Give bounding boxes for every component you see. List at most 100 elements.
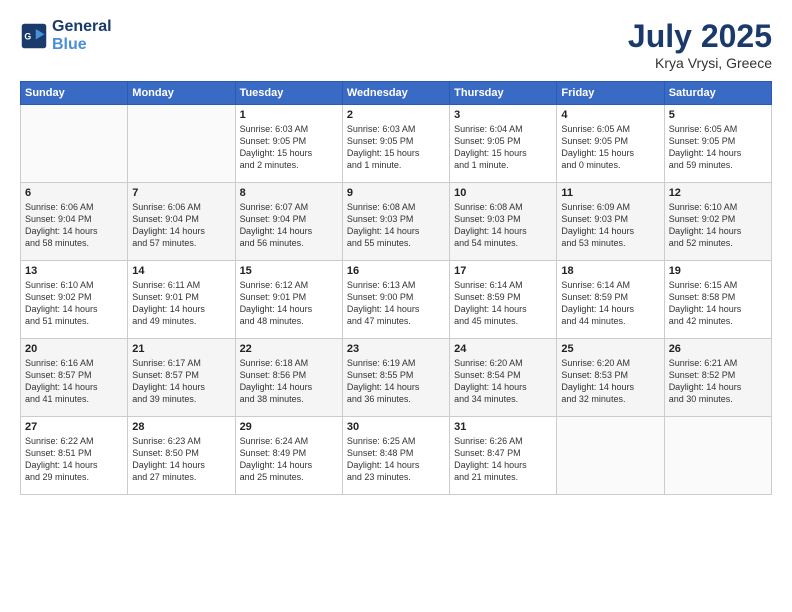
- day-number: 27: [25, 421, 123, 433]
- day-cell: 5 Sunrise: 6:05 AMSunset: 9:05 PMDaylight…: [664, 105, 771, 183]
- day-number: 10: [454, 187, 552, 199]
- day-number: 7: [132, 187, 230, 199]
- day-number: 8: [240, 187, 338, 199]
- day-number: 24: [454, 343, 552, 355]
- day-number: 19: [669, 265, 767, 277]
- day-info: Sunrise: 6:20 AMSunset: 8:53 PMDaylight:…: [561, 357, 659, 406]
- day-cell: 31 Sunrise: 6:26 AMSunset: 8:47 PMDayligh…: [450, 417, 557, 495]
- day-number: 6: [25, 187, 123, 199]
- day-number: 15: [240, 265, 338, 277]
- day-number: 2: [347, 109, 445, 121]
- day-number: 18: [561, 265, 659, 277]
- day-cell: 27 Sunrise: 6:22 AMSunset: 8:51 PMDayligh…: [21, 417, 128, 495]
- day-info: Sunrise: 6:15 AMSunset: 8:58 PMDaylight:…: [669, 279, 767, 328]
- col-header-tuesday: Tuesday: [235, 82, 342, 105]
- day-info: Sunrise: 6:04 AMSunset: 9:05 PMDaylight:…: [454, 123, 552, 172]
- col-header-friday: Friday: [557, 82, 664, 105]
- day-number: 23: [347, 343, 445, 355]
- day-number: 26: [669, 343, 767, 355]
- day-cell: 1 Sunrise: 6:03 AMSunset: 9:05 PMDaylight…: [235, 105, 342, 183]
- day-cell: 17Sunrise: 6:14 AMSunset: 8:59 PMDayligh…: [450, 261, 557, 339]
- day-cell: 21 Sunrise: 6:17 AMSunset: 8:57 PMDayligh…: [128, 339, 235, 417]
- day-number: 25: [561, 343, 659, 355]
- day-number: 22: [240, 343, 338, 355]
- calendar-header: SundayMondayTuesdayWednesdayThursdayFrid…: [21, 82, 772, 105]
- day-number: 12: [669, 187, 767, 199]
- logo-line2: Blue: [52, 36, 87, 53]
- week-row-1: 1 Sunrise: 6:03 AMSunset: 9:05 PMDaylight…: [21, 105, 772, 183]
- day-info: Sunrise: 6:24 AMSunset: 8:49 PMDaylight:…: [240, 435, 338, 484]
- day-cell: [664, 417, 771, 495]
- day-number: 16: [347, 265, 445, 277]
- day-cell: 3Sunrise: 6:04 AMSunset: 9:05 PMDaylight…: [450, 105, 557, 183]
- day-cell: 26 Sunrise: 6:21 AMSunset: 8:52 PMDayligh…: [664, 339, 771, 417]
- day-number: 21: [132, 343, 230, 355]
- day-info: Sunrise: 6:25 AMSunset: 8:48 PMDaylight:…: [347, 435, 445, 484]
- day-cell: 18 Sunrise: 6:14 AMSunset: 8:59 PMDayligh…: [557, 261, 664, 339]
- day-number: 31: [454, 421, 552, 433]
- day-cell: 24 Sunrise: 6:20 AMSunset: 8:54 PMDayligh…: [450, 339, 557, 417]
- header-row: SundayMondayTuesdayWednesdayThursdayFrid…: [21, 82, 772, 105]
- svg-text:G: G: [24, 31, 31, 41]
- day-number: 9: [347, 187, 445, 199]
- day-cell: 28 Sunrise: 6:23 AMSunset: 8:50 PMDayligh…: [128, 417, 235, 495]
- header: G General Blue July 2025 Krya Vrysi, Gre…: [20, 18, 772, 71]
- day-cell: 22Sunrise: 6:18 AMSunset: 8:56 PMDayligh…: [235, 339, 342, 417]
- day-cell: [21, 105, 128, 183]
- day-info: Sunrise: 6:06 AMSunset: 9:04 PMDaylight:…: [132, 201, 230, 250]
- day-info: Sunrise: 6:22 AMSunset: 8:51 PMDaylight:…: [25, 435, 123, 484]
- day-info: Sunrise: 6:10 AMSunset: 9:02 PMDaylight:…: [669, 201, 767, 250]
- month-title: July 2025: [628, 18, 772, 55]
- day-cell: 11Sunrise: 6:09 AMSunset: 9:03 PMDayligh…: [557, 183, 664, 261]
- day-cell: 15 Sunrise: 6:12 AMSunset: 9:01 PMDayligh…: [235, 261, 342, 339]
- day-number: 28: [132, 421, 230, 433]
- calendar-body: 1 Sunrise: 6:03 AMSunset: 9:05 PMDaylight…: [21, 105, 772, 495]
- day-info: Sunrise: 6:26 AMSunset: 8:47 PMDaylight:…: [454, 435, 552, 484]
- day-info: Sunrise: 6:14 AMSunset: 8:59 PMDaylight:…: [454, 279, 552, 328]
- day-info: Sunrise: 6:17 AMSunset: 8:57 PMDaylight:…: [132, 357, 230, 406]
- day-info: Sunrise: 6:05 AMSunset: 9:05 PMDaylight:…: [669, 123, 767, 172]
- day-info: Sunrise: 6:12 AMSunset: 9:01 PMDaylight:…: [240, 279, 338, 328]
- logo: G General Blue: [20, 18, 112, 53]
- day-cell: 2 Sunrise: 6:03 AMSunset: 9:05 PMDaylight…: [342, 105, 449, 183]
- location: Krya Vrysi, Greece: [628, 55, 772, 71]
- day-info: Sunrise: 6:13 AMSunset: 9:00 PMDaylight:…: [347, 279, 445, 328]
- day-info: Sunrise: 6:06 AMSunset: 9:04 PMDaylight:…: [25, 201, 123, 250]
- day-number: 5: [669, 109, 767, 121]
- day-number: 13: [25, 265, 123, 277]
- day-number: 30: [347, 421, 445, 433]
- col-header-saturday: Saturday: [664, 82, 771, 105]
- week-row-2: 6 Sunrise: 6:06 AMSunset: 9:04 PMDaylight…: [21, 183, 772, 261]
- day-cell: 19 Sunrise: 6:15 AMSunset: 8:58 PMDayligh…: [664, 261, 771, 339]
- week-row-5: 27 Sunrise: 6:22 AMSunset: 8:51 PMDayligh…: [21, 417, 772, 495]
- day-cell: 12 Sunrise: 6:10 AMSunset: 9:02 PMDayligh…: [664, 183, 771, 261]
- day-number: 1: [240, 109, 338, 121]
- day-cell: 23Sunrise: 6:19 AMSunset: 8:55 PMDayligh…: [342, 339, 449, 417]
- page: G General Blue July 2025 Krya Vrysi, Gre…: [0, 0, 792, 612]
- day-info: Sunrise: 6:03 AMSunset: 9:05 PMDaylight:…: [347, 123, 445, 172]
- day-info: Sunrise: 6:08 AMSunset: 9:03 PMDaylight:…: [347, 201, 445, 250]
- day-cell: [128, 105, 235, 183]
- day-info: Sunrise: 6:14 AMSunset: 8:59 PMDaylight:…: [561, 279, 659, 328]
- day-number: 4: [561, 109, 659, 121]
- day-info: Sunrise: 6:20 AMSunset: 8:54 PMDaylight:…: [454, 357, 552, 406]
- day-info: Sunrise: 6:09 AMSunset: 9:03 PMDaylight:…: [561, 201, 659, 250]
- day-number: 20: [25, 343, 123, 355]
- day-info: Sunrise: 6:21 AMSunset: 8:52 PMDaylight:…: [669, 357, 767, 406]
- logo-text: General Blue: [52, 18, 112, 53]
- day-cell: 30 Sunrise: 6:25 AMSunset: 8:48 PMDayligh…: [342, 417, 449, 495]
- day-number: 29: [240, 421, 338, 433]
- day-cell: 20 Sunrise: 6:16 AMSunset: 8:57 PMDayligh…: [21, 339, 128, 417]
- day-info: Sunrise: 6:23 AMSunset: 8:50 PMDaylight:…: [132, 435, 230, 484]
- day-cell: 7 Sunrise: 6:06 AMSunset: 9:04 PMDaylight…: [128, 183, 235, 261]
- day-cell: [557, 417, 664, 495]
- day-cell: 8Sunrise: 6:07 AMSunset: 9:04 PMDaylight…: [235, 183, 342, 261]
- col-header-sunday: Sunday: [21, 82, 128, 105]
- logo-icon: G: [20, 22, 48, 50]
- day-info: Sunrise: 6:03 AMSunset: 9:05 PMDaylight:…: [240, 123, 338, 172]
- day-info: Sunrise: 6:05 AMSunset: 9:05 PMDaylight:…: [561, 123, 659, 172]
- day-cell: 9 Sunrise: 6:08 AMSunset: 9:03 PMDaylight…: [342, 183, 449, 261]
- day-cell: 25 Sunrise: 6:20 AMSunset: 8:53 PMDayligh…: [557, 339, 664, 417]
- day-cell: 4 Sunrise: 6:05 AMSunset: 9:05 PMDaylight…: [557, 105, 664, 183]
- day-info: Sunrise: 6:16 AMSunset: 8:57 PMDaylight:…: [25, 357, 123, 406]
